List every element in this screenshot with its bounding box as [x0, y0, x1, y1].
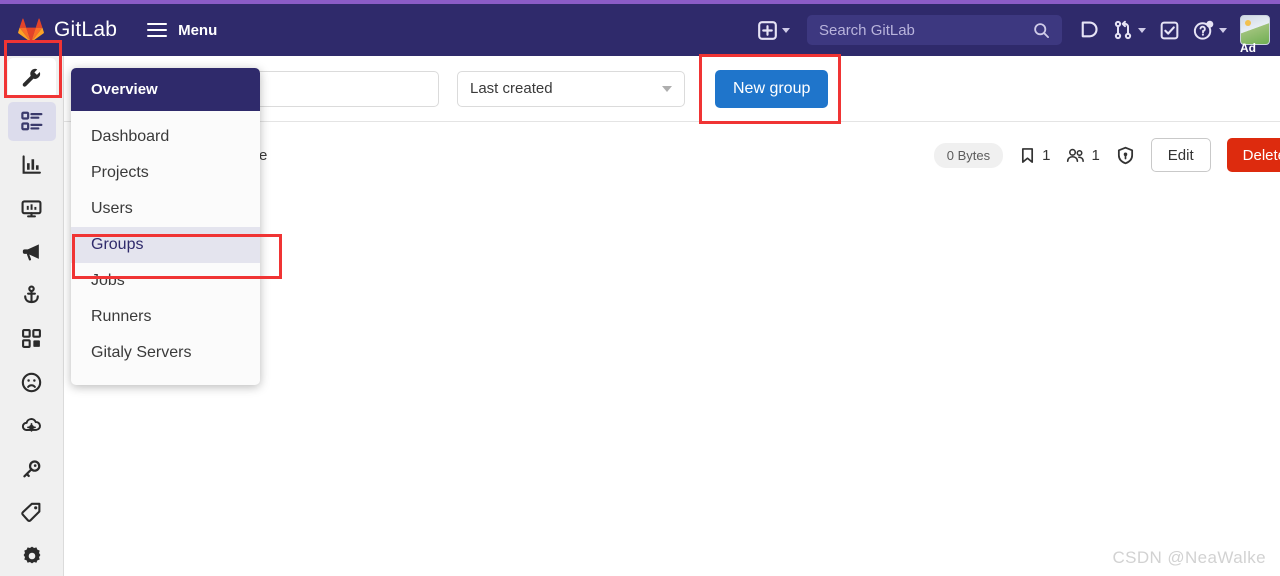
- projects-count: 1: [1019, 147, 1050, 164]
- sidebar-item-monitoring[interactable]: [8, 189, 56, 229]
- sidebar-item-credentials[interactable]: [8, 450, 56, 490]
- menu-item-dashboard[interactable]: Dashboard: [71, 119, 260, 155]
- menu-item-projects[interactable]: Projects: [71, 155, 260, 191]
- chevron-down-icon: [1138, 27, 1146, 33]
- avatar-username: Ad: [1240, 41, 1256, 55]
- sidebar-item-kubernetes[interactable]: [8, 406, 56, 446]
- overview-dropdown-menu: Overview Dashboard Projects Users Groups…: [71, 68, 260, 385]
- user-menu-button[interactable]: Ad: [1240, 4, 1280, 56]
- help-button[interactable]: [1186, 4, 1234, 56]
- search-input[interactable]: Search GitLab: [807, 15, 1062, 45]
- main-menu-button[interactable]: Menu: [147, 22, 217, 39]
- sidebar-item-abuse-reports[interactable]: [8, 363, 56, 403]
- edit-button[interactable]: Edit: [1150, 138, 1211, 172]
- todos-button[interactable]: [1153, 4, 1186, 56]
- gitlab-home-link[interactable]: GitLab: [18, 17, 117, 43]
- sidebar-item-messages[interactable]: [8, 232, 56, 272]
- brand-title: GitLab: [54, 18, 118, 41]
- gear-icon: [21, 545, 43, 567]
- plus-square-icon: [758, 20, 777, 40]
- shield-icon[interactable]: [1116, 146, 1135, 165]
- sort-dropdown[interactable]: Last created: [457, 70, 685, 107]
- admin-sidebar: [0, 56, 64, 576]
- sidebar-item-admin-wrench[interactable]: [7, 58, 56, 98]
- sidebar-item-applications[interactable]: [8, 319, 56, 359]
- sidebar-item-analytics[interactable]: [8, 145, 56, 185]
- search-icon: [1033, 22, 1050, 39]
- list-details-icon: [20, 110, 43, 132]
- users-icon: [1066, 146, 1085, 165]
- sort-dropdown-value: Last created: [470, 80, 553, 97]
- chevron-down-icon: [1219, 27, 1227, 33]
- search-placeholder: Search GitLab: [819, 21, 915, 39]
- header-actions: Search GitLab Ad: [751, 4, 1280, 56]
- menu-item-groups[interactable]: Groups: [71, 227, 260, 263]
- sidebar-item-overview[interactable]: [7, 101, 56, 141]
- menu-item-gitaly-servers[interactable]: Gitaly Servers: [71, 335, 260, 371]
- menu-item-jobs[interactable]: Jobs: [71, 263, 260, 299]
- gitlab-admin-screen: GitLab Menu Search GitLab Ad Last create…: [0, 0, 1280, 576]
- watermark-text: CSDN @NeaWalke: [1112, 548, 1266, 567]
- merge-request-icon: [1113, 20, 1133, 40]
- sad-face-icon: [21, 372, 42, 393]
- monitor-icon: [21, 198, 42, 219]
- issues-icon: [1079, 20, 1099, 40]
- delete-button[interactable]: Delete: [1226, 138, 1280, 172]
- members-count: 1: [1066, 146, 1100, 165]
- create-new-button[interactable]: [751, 4, 797, 56]
- issues-button[interactable]: [1072, 4, 1106, 56]
- top-navigation-bar: GitLab Menu Search GitLab Ad: [0, 4, 1280, 56]
- chevron-down-icon: [662, 85, 672, 92]
- chart-bar-icon: [21, 154, 42, 175]
- hamburger-icon: [147, 23, 168, 37]
- dropdown-items: Dashboard Projects Users Groups Jobs Run…: [71, 111, 260, 385]
- wrench-icon: [21, 67, 42, 88]
- todo-check-icon: [1160, 21, 1179, 40]
- chevron-down-icon: [782, 27, 790, 33]
- sidebar-item-labels[interactable]: [8, 493, 56, 533]
- menu-item-runners[interactable]: Runners: [71, 299, 260, 335]
- sidebar-item-settings[interactable]: [8, 537, 56, 576]
- tag-icon: [21, 502, 42, 523]
- cloud-gear-icon: [21, 415, 42, 436]
- storage-size-badge: 0 Bytes: [933, 142, 1004, 168]
- apps-grid-icon: [21, 328, 42, 349]
- new-group-button[interactable]: New group: [715, 69, 829, 108]
- bookmark-icon: [1019, 147, 1036, 164]
- gitlab-tanuki-logo-icon: [18, 17, 44, 43]
- sidebar-item-deploy-keys[interactable]: [8, 276, 56, 316]
- help-question-icon: [1193, 20, 1214, 41]
- group-row-actions: 0 Bytes 1 1 Edit Delet: [933, 138, 1280, 172]
- projects-count-value: 1: [1042, 146, 1051, 164]
- new-group-wrapper: New group: [699, 53, 841, 124]
- members-count-value: 1: [1091, 146, 1100, 164]
- megaphone-icon: [21, 241, 42, 262]
- main-menu-label: Menu: [178, 21, 218, 39]
- merge-requests-button[interactable]: [1106, 4, 1153, 56]
- anchor-icon: [21, 285, 42, 306]
- dropdown-title: Overview: [71, 68, 260, 111]
- key-icon: [21, 459, 42, 480]
- menu-item-users[interactable]: Users: [71, 191, 260, 227]
